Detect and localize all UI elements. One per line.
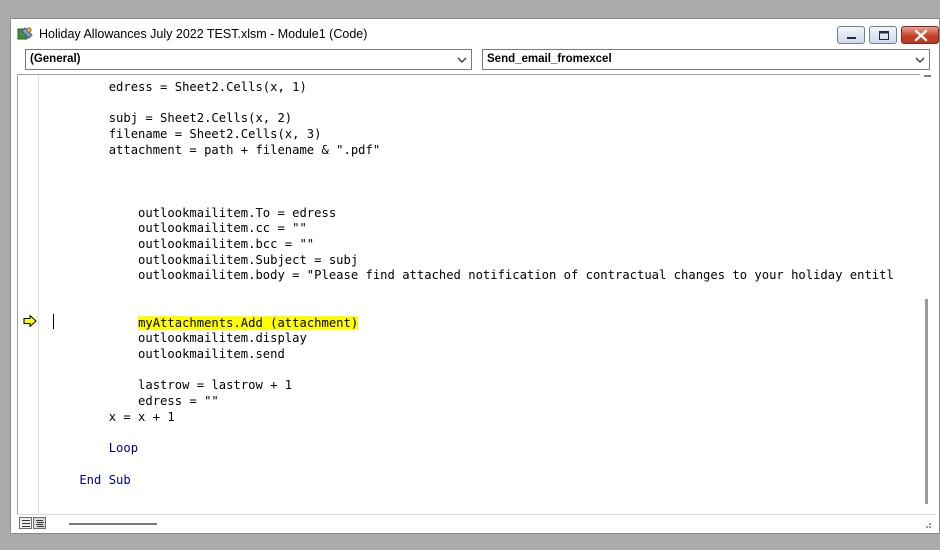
current-statement-highlight: myAttachments.Add (attachment)	[138, 315, 359, 330]
resize-grip-icon[interactable]	[922, 519, 932, 529]
code-line-text: filename = Sheet2.Cells(x, 3)	[50, 127, 322, 142]
object-dropdown[interactable]: (General)	[25, 49, 472, 70]
code-line[interactable]: outlookmailitem.cc = ""	[50, 220, 307, 236]
procedure-view-icon	[22, 520, 30, 527]
code-line[interactable]: edress = ""	[50, 393, 219, 409]
procedure-dropdown[interactable]: Send_email_fromexcel	[482, 49, 930, 70]
code-line-text: Loop	[50, 441, 139, 456]
code-line[interactable]: outlookmailitem.To = edress	[50, 205, 336, 221]
object-dropdown-value: (General)	[30, 53, 81, 65]
vertical-scrollbar[interactable]	[920, 74, 936, 514]
vba-editor-icon	[17, 27, 33, 40]
minimize-icon	[847, 37, 856, 39]
chevron-down-icon	[915, 57, 925, 63]
code-line[interactable]: outlookmailitem.display	[50, 330, 307, 346]
code-line-text: End Sub	[50, 472, 131, 487]
code-line[interactable]: myAttachments.Add (attachment)	[50, 315, 359, 331]
vba-code-window: Holiday Allowances July 2022 TEST.xlsm -…	[10, 18, 940, 534]
code-line-indent	[50, 316, 138, 330]
code-line-text: outlookmailitem.Subject = subj	[50, 252, 359, 267]
code-line-text: outlookmailitem.send	[50, 346, 285, 361]
code-editor[interactable]: edress = Sheet2.Cells(x, 1) subj = Sheet…	[17, 74, 936, 514]
code-line-text: subj = Sheet2.Cells(x, 2)	[50, 111, 293, 126]
full-module-view-button[interactable]	[33, 517, 46, 529]
code-line-text: attachment = path + filename & ".pdf"	[50, 142, 381, 157]
code-line[interactable]: outlookmailitem.send	[50, 346, 285, 362]
code-line[interactable]: edress = Sheet2.Cells(x, 1)	[50, 79, 307, 95]
full-module-view-icon	[36, 520, 44, 527]
code-line-text: x = x + 1	[50, 409, 175, 424]
code-line-text: outlookmailitem.bcc = ""	[50, 237, 315, 251]
code-line[interactable]: filename = Sheet2.Cells(x, 3)	[50, 126, 322, 142]
code-line[interactable]: lastrow = lastrow + 1	[50, 377, 292, 393]
code-line-text: edress = ""	[50, 394, 219, 408]
code-line[interactable]: outlookmailitem.Subject = subj	[50, 252, 358, 268]
horizontal-scroll-thumb[interactable]	[69, 523, 157, 525]
code-line[interactable]: End Sub	[50, 472, 131, 488]
code-line[interactable]: outlookmailitem.bcc = ""	[50, 236, 314, 252]
code-line-text: outlookmailitem.body = "Please find atta…	[50, 268, 894, 283]
window-title: Holiday Allowances July 2022 TEST.xlsm -…	[39, 27, 368, 41]
code-line-text: lastrow = lastrow + 1	[50, 378, 293, 393]
procedure-dropdown-value: Send_email_fromexcel	[487, 53, 612, 65]
code-line-text: outlookmailitem.To = edress	[50, 205, 337, 220]
vertical-scroll-thumb[interactable]	[925, 299, 928, 504]
scroll-up-indicator[interactable]	[924, 75, 931, 77]
close-icon	[914, 29, 928, 42]
code-line[interactable]: Loop	[50, 440, 138, 456]
maximize-icon	[879, 31, 889, 40]
code-line[interactable]: outlookmailitem.body = "Please find atta…	[50, 267, 894, 283]
indicator-margin[interactable]	[18, 75, 39, 514]
code-line[interactable]: subj = Sheet2.Cells(x, 2)	[50, 110, 292, 126]
code-line-text: outlookmailitem.cc = ""	[50, 221, 307, 236]
code-text-area[interactable]: edress = Sheet2.Cells(x, 1) subj = Sheet…	[50, 77, 920, 491]
maximize-button[interactable]	[869, 26, 897, 44]
procedure-view-button[interactable]	[19, 517, 32, 529]
code-line[interactable]: x = x + 1	[50, 409, 175, 425]
code-window-status-bar	[17, 514, 936, 532]
code-line-text: outlookmailitem.display	[50, 331, 307, 346]
minimize-button[interactable]	[837, 26, 865, 44]
close-button[interactable]	[901, 26, 939, 44]
execution-pointer-icon	[23, 314, 37, 327]
title-bar[interactable]: Holiday Allowances July 2022 TEST.xlsm -…	[11, 19, 939, 49]
text-cursor	[53, 313, 54, 329]
code-line-text: edress = Sheet2.Cells(x, 1)	[50, 80, 307, 94]
code-line-text: myAttachments.Add (attachment)	[50, 315, 359, 330]
chevron-down-icon	[457, 57, 467, 63]
code-line[interactable]: attachment = path + filename & ".pdf"	[50, 142, 381, 158]
